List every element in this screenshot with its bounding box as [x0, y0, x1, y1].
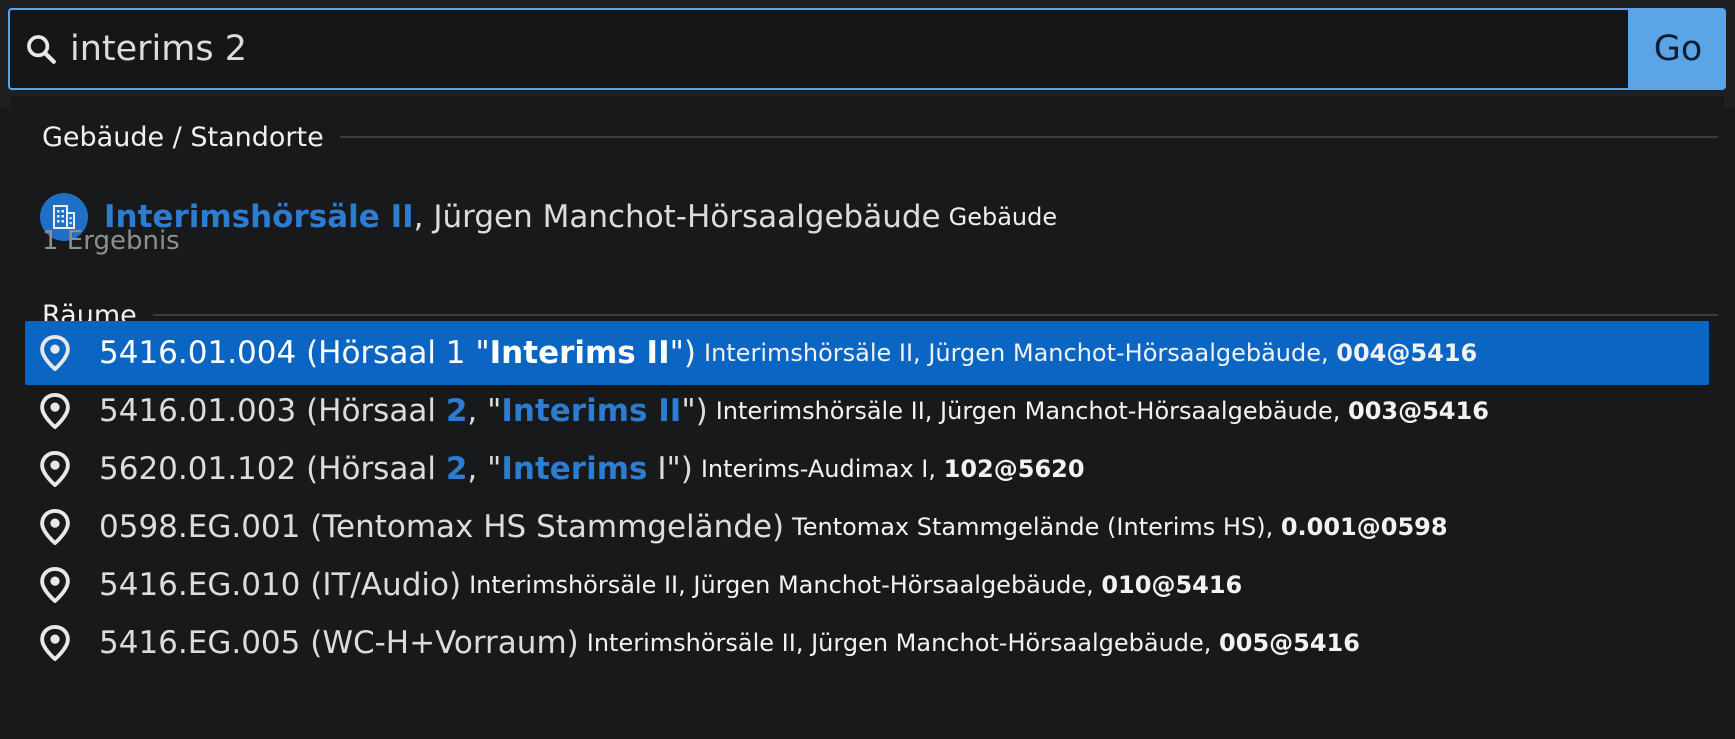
building-result[interactable]: Interimshörsäle II, Jürgen Manchot-Hörsa… [40, 189, 1700, 245]
room-title: 5416.01.003 (Hörsaal 2, "Interims II") [99, 393, 708, 429]
room-code: 102@5620 [943, 455, 1085, 483]
section-header-buildings: Gebäude / Standorte [42, 117, 1718, 157]
building-name: Interimshörsäle II, Jürgen Manchot-Hörsa… [104, 199, 941, 235]
room-text-t1: 5416.01.003 (Hörsaal [99, 393, 446, 429]
room-code: 010@5416 [1101, 571, 1243, 599]
room-location: Interims-Audimax I, 102@5620 [701, 455, 1085, 483]
location-pin-icon [40, 509, 70, 545]
divider [152, 314, 1718, 316]
building-type: Gebäude [948, 203, 1058, 231]
location-pin-icon [40, 335, 70, 371]
room-result[interactable]: 0598.EG.001 (Tentomax HS Stammgelände) T… [25, 495, 1709, 559]
room-code: 003@5416 [1348, 397, 1489, 425]
room-text-t1: 5416.EG.005 (WC-H+Vorraum) [99, 625, 579, 661]
room-result[interactable]: 5416.01.004 (Hörsaal 1 "Interims II") In… [25, 321, 1709, 385]
divider [339, 136, 1718, 138]
room-text-t2: , " [467, 451, 502, 487]
location-pin-icon [40, 451, 70, 487]
room-text-h1: Interims II [489, 335, 670, 371]
room-text-loc: Interimshörsäle II, Jürgen Manchot-Hörsa… [703, 339, 1337, 367]
room-text-loc: Interims-Audimax I, [700, 455, 944, 483]
room-result[interactable]: 5416.EG.010 (IT/Audio) Interimshörsäle I… [25, 553, 1709, 617]
search-icon [27, 35, 56, 64]
room-text-t3: ") [681, 393, 708, 429]
room-text-loc: Interimshörsäle II, Jürgen Manchot-Hörsa… [469, 571, 1102, 599]
room-title: 5416.01.004 (Hörsaal 1 "Interims II") [99, 335, 696, 371]
room-text-h1: 2 [445, 393, 468, 429]
room-result[interactable]: 5416.EG.005 (WC-H+Vorraum) Interimshörsä… [25, 611, 1709, 675]
room-code: 005@5416 [1219, 629, 1360, 657]
room-code: 004@5416 [1336, 339, 1478, 367]
room-location: Interimshörsäle II, Jürgen Manchot-Hörsa… [704, 339, 1477, 367]
room-text-t3: I") [647, 451, 693, 487]
room-text-loc: Tentomax Stammgelände (Interims HS), [792, 513, 1281, 541]
search-input[interactable] [70, 19, 1628, 79]
room-text-h1: 2 [445, 451, 468, 487]
result-count: 1 Ergebnis [42, 226, 180, 256]
room-text-loc: Interimshörsäle II, Jürgen Manchot-Hörsa… [586, 629, 1220, 657]
location-pin-icon [40, 567, 70, 603]
room-text-t1: 5620.01.102 (Hörsaal [99, 451, 446, 487]
room-location: Interimshörsäle II, Jürgen Manchot-Hörsa… [587, 629, 1360, 657]
room-title: 5620.01.102 (Hörsaal 2, "Interims I") [99, 451, 693, 487]
room-text-h2: Interims II [501, 393, 682, 429]
room-text-t1: 0598.EG.001 (Tentomax HS Stammgelände) [99, 509, 785, 545]
room-location: Interimshörsäle II, Jürgen Manchot-Hörsa… [469, 571, 1242, 599]
room-code: 0.001@0598 [1280, 513, 1448, 541]
room-title: 5416.EG.010 (IT/Audio) [99, 567, 461, 603]
go-button[interactable]: Go [1630, 8, 1726, 90]
room-text-t1: 5416.EG.010 (IT/Audio) [99, 567, 462, 603]
room-location: Interimshörsäle II, Jürgen Manchot-Hörsa… [716, 397, 1489, 425]
room-title: 0598.EG.001 (Tentomax HS Stammgelände) [99, 509, 784, 545]
room-text-t2: ") [669, 335, 696, 371]
room-result[interactable]: 5620.01.102 (Hörsaal 2, "Interims I") In… [25, 437, 1709, 501]
search-box[interactable] [8, 8, 1630, 90]
room-text-h2: Interims [501, 451, 648, 487]
section-title: Gebäude / Standorte [42, 121, 324, 153]
room-text-loc: Interimshörsäle II, Jürgen Manchot-Hörsa… [715, 397, 1348, 425]
search-results-dropdown: Gebäude / Standorte Interimshörsäle II, … [10, 96, 1724, 739]
room-result[interactable]: 5416.01.003 (Hörsaal 2, "Interims II") I… [25, 379, 1709, 443]
room-location: Tentomax Stammgelände (Interims HS), 0.0… [792, 513, 1447, 541]
room-title: 5416.EG.005 (WC-H+Vorraum) [99, 625, 579, 661]
room-text-t1: 5416.01.004 (Hörsaal 1 " [99, 335, 490, 371]
location-pin-icon [40, 625, 70, 661]
room-text-t2: , " [467, 393, 502, 429]
location-pin-icon [40, 393, 70, 429]
search-bar: Go [8, 8, 1726, 90]
building-name-rest: , Jürgen Manchot-Hörsaalgebäude [413, 199, 941, 235]
